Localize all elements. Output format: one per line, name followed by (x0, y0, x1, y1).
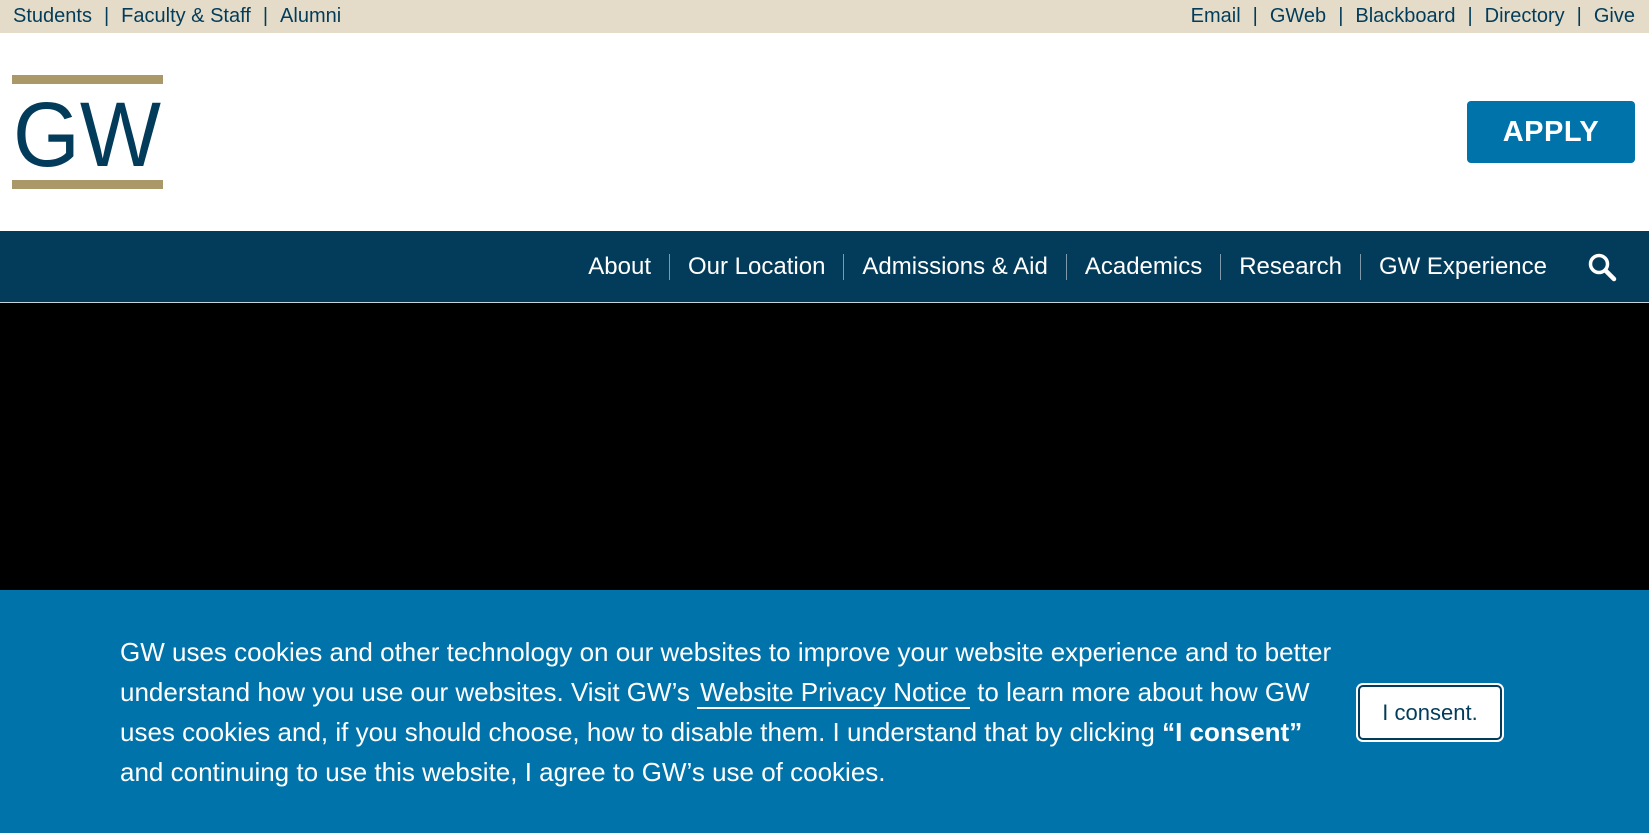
nav-item-academics[interactable]: Academics (1085, 253, 1202, 281)
utility-link-directory[interactable]: Directory (1485, 5, 1565, 28)
utility-link-give[interactable]: Give (1594, 5, 1635, 28)
site-header: GW APPLY (0, 33, 1649, 231)
hero-media (0, 303, 1649, 590)
nav-list: About Our Location Admissions & Aid Acad… (588, 253, 1547, 281)
logo-text: GW (13, 84, 161, 186)
main-nav: About Our Location Admissions & Aid Acad… (0, 231, 1649, 303)
nav-separator (669, 253, 670, 280)
utility-link-students[interactable]: Students (13, 5, 92, 28)
utility-link-faculty-staff[interactable]: Faculty & Staff (121, 5, 251, 28)
utility-link-gweb[interactable]: GWeb (1270, 5, 1326, 28)
nav-item-about[interactable]: About (588, 253, 651, 281)
nav-item-research[interactable]: Research (1239, 253, 1342, 281)
utility-link-alumni[interactable]: Alumni (280, 5, 341, 28)
nav-item-gw-experience[interactable]: GW Experience (1379, 253, 1547, 281)
nav-separator (1065, 253, 1067, 280)
audience-links: Students | Faculty & Staff | Alumni (13, 5, 341, 28)
apply-button[interactable]: APPLY (1467, 101, 1635, 163)
tool-links: Email | GWeb | Blackboard | Directory | … (1191, 5, 1635, 28)
utility-bar: Students | Faculty & Staff | Alumni Emai… (0, 0, 1649, 33)
utility-separator: | (1467, 5, 1473, 27)
nav-item-our-location[interactable]: Our Location (688, 253, 825, 281)
nav-separator (843, 253, 845, 280)
privacy-notice-link[interactable]: Website Privacy Notice (697, 677, 970, 709)
utility-separator: | (103, 5, 110, 27)
utility-separator: | (1252, 5, 1258, 27)
cookie-banner: GW uses cookies and other technology on … (0, 590, 1649, 833)
nav-separator (1359, 253, 1361, 280)
gw-logo[interactable]: GW (12, 75, 163, 189)
utility-separator: | (262, 5, 269, 27)
search-icon (1588, 253, 1617, 281)
utility-link-blackboard[interactable]: Blackboard (1355, 5, 1455, 28)
cookie-text-end: and continuing to use this website, I ag… (120, 757, 886, 787)
nav-item-admissions-aid[interactable]: Admissions & Aid (862, 253, 1047, 281)
utility-link-email[interactable]: Email (1191, 5, 1241, 28)
consent-button[interactable]: I consent. (1358, 685, 1502, 740)
cookie-text-strong: “I consent” (1162, 717, 1303, 747)
cookie-message: GW uses cookies and other technology on … (120, 632, 1350, 792)
utility-separator: | (1576, 5, 1582, 27)
nav-separator (1220, 253, 1222, 280)
utility-separator: | (1338, 5, 1344, 27)
search-button[interactable] (1585, 250, 1619, 284)
